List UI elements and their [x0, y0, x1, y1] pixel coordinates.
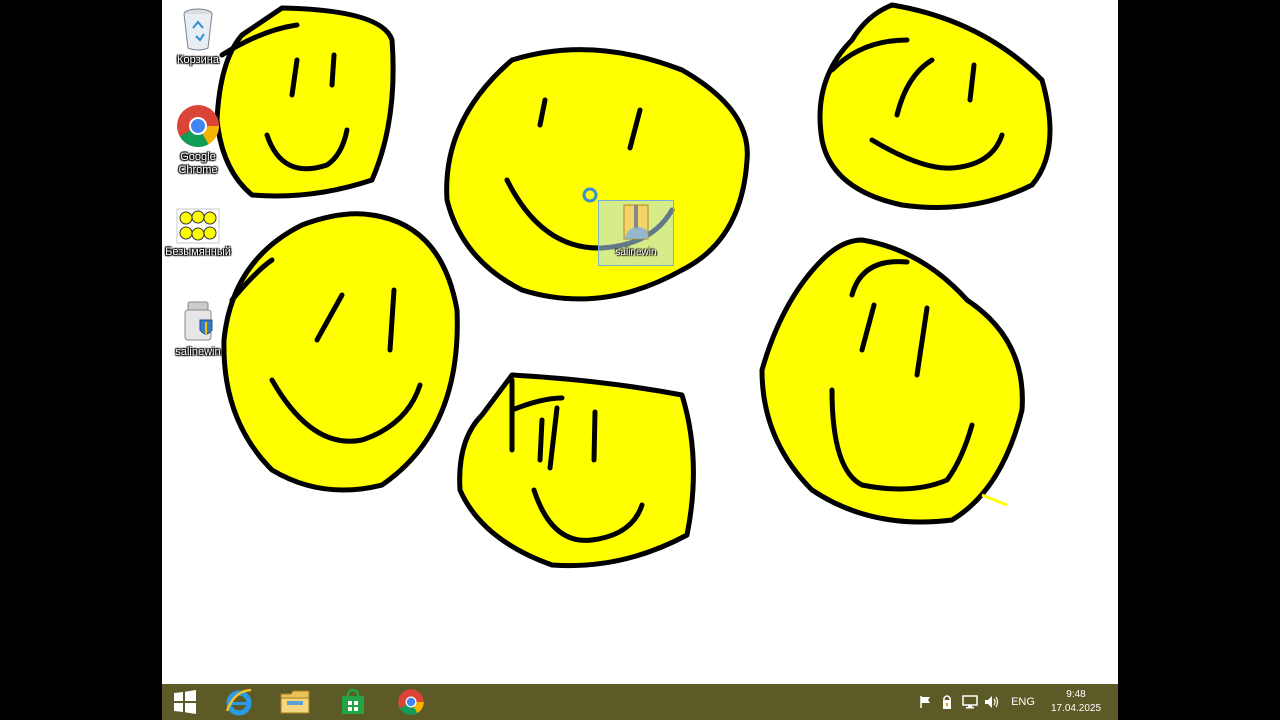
language-indicator[interactable]: ENG	[1008, 684, 1038, 720]
desktop-icon-label: Корзина	[177, 54, 219, 66]
network-icon	[962, 695, 978, 709]
windows-start-icon	[174, 690, 196, 714]
desktop-icon-salinewin[interactable]: salinewin	[162, 298, 234, 359]
internet-explorer-icon	[225, 688, 252, 716]
dragged-file-ghost[interactable]: salinewin	[598, 200, 674, 266]
taskbar-chrome[interactable]	[386, 684, 436, 720]
security-icon	[943, 695, 951, 709]
chrome-icon	[398, 689, 424, 715]
busy-cursor-icon	[582, 187, 598, 203]
desktop-icon-chrome[interactable]: Google Chrome	[162, 103, 234, 177]
recycle-bin-icon	[183, 8, 213, 51]
tray-network[interactable]	[960, 684, 980, 720]
taskbar-file-explorer[interactable]	[270, 684, 320, 720]
taskbar-store[interactable]	[328, 684, 378, 720]
desktop-icon-label: salinewin	[175, 346, 221, 358]
start-button[interactable]	[164, 684, 206, 720]
flag-icon	[920, 696, 930, 708]
archive-file-icon	[623, 204, 649, 240]
desktop-icon-image-file[interactable]: Безымянный	[162, 208, 234, 259]
clock-date: 17.04.2025	[1050, 703, 1102, 714]
desktop-screen: Корзина Google Chrome Безымянный salinew…	[162, 0, 1118, 720]
volume-icon	[985, 696, 999, 708]
desktop-icon-recycle-bin[interactable]: Корзина	[162, 6, 234, 67]
desktop-icon-label: Google Chrome	[178, 151, 218, 176]
installer-icon	[184, 301, 213, 341]
tray-flag[interactable]	[916, 684, 934, 720]
tray-volume[interactable]	[982, 684, 1002, 720]
chrome-icon	[177, 105, 219, 148]
dragged-file-label: salinewin	[615, 247, 657, 258]
desktop-icon-label: Безымянный	[165, 246, 231, 258]
image-file-icon	[176, 208, 220, 244]
smiley-wallpaper	[214, 2, 1053, 569]
tray-security[interactable]	[938, 684, 956, 720]
clock-time: 9:48	[1066, 689, 1086, 700]
file-explorer-icon	[280, 690, 310, 714]
taskbar-internet-explorer[interactable]	[214, 684, 264, 720]
taskbar: ENG 9:48 17.04.2025	[162, 684, 1118, 720]
tray-clock[interactable]: 9:48 17.04.2025	[1036, 688, 1116, 716]
store-icon	[342, 688, 364, 714]
